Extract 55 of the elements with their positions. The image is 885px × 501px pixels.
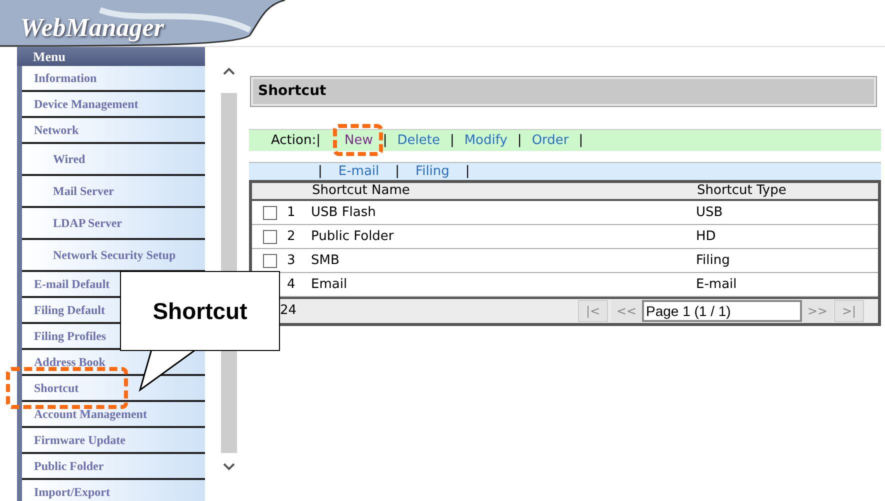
table-cell-text: 4 (287, 276, 296, 294)
row-checkbox[interactable] (263, 230, 277, 244)
action-link[interactable]: Modify (464, 130, 508, 150)
separator-text: | (578, 132, 584, 150)
action-link[interactable]: Order (532, 130, 569, 150)
column-header: Shortcut Name (312, 182, 411, 200)
menu-item[interactable]: Public Folder (22, 454, 205, 480)
column-header: Shortcut Type (697, 182, 786, 200)
separator-text: | (395, 162, 400, 181)
table-cell-text: 1 (287, 204, 296, 222)
table-cell-text: USB (696, 204, 723, 222)
prev-page-button[interactable]: << (611, 300, 642, 322)
submenu-item[interactable]: LDAP Server (22, 208, 205, 240)
separator-text: | (517, 132, 522, 150)
table-cell-text: HD (696, 228, 716, 246)
table-cell-text: Email (311, 276, 348, 294)
submenu-item[interactable]: Network Security Setup (22, 240, 205, 272)
menu-title: Menu (17, 47, 205, 66)
page-field[interactable]: Page 1 (1 / 1) (642, 300, 802, 322)
separator-text: | (465, 162, 470, 181)
action-link[interactable]: Delete (397, 130, 440, 150)
separator-text: | (318, 162, 322, 181)
table-cell-text: E-mail (696, 276, 737, 294)
menu-item[interactable]: Network (22, 118, 205, 144)
action-label: Action:| (271, 132, 320, 150)
menu-item[interactable]: Shortcut (22, 376, 205, 402)
filter-link[interactable]: E-mail (338, 162, 380, 182)
highlight-frame (333, 124, 383, 156)
page-title: Shortcut (251, 77, 876, 106)
row-checkbox[interactable] (263, 206, 277, 220)
logo-text: WebManager (20, 12, 164, 44)
last-page-button[interactable]: >| (834, 300, 864, 322)
table-cell-text: USB Flash (311, 204, 377, 222)
record-count: 24 (280, 302, 298, 320)
next-page-button[interactable]: >> (802, 300, 833, 322)
menu-item[interactable]: Device Management (22, 92, 205, 118)
table-cell-text: Filing (696, 252, 730, 270)
separator-text: | (382, 132, 388, 150)
menu-item[interactable]: Firmware Update (22, 428, 205, 454)
table-cell-text: Public Folder (311, 228, 395, 246)
menu-item[interactable]: Import/Export (22, 480, 205, 501)
menu-item[interactable]: Account Management (22, 402, 205, 428)
scroll-down-icon[interactable] (223, 463, 235, 471)
submenu-item[interactable]: Wired (22, 144, 205, 176)
table-cell-text: 3 (287, 252, 296, 270)
first-page-button[interactable]: |< (578, 300, 608, 322)
action-link[interactable]: New (344, 130, 373, 150)
submenu-item[interactable]: Mail Server (22, 176, 205, 208)
scroll-up-icon[interactable] (223, 67, 235, 75)
table-cell-text: 2 (287, 228, 296, 246)
separator-text: | (450, 132, 454, 150)
filter-link[interactable]: Filing (416, 162, 450, 182)
row-checkbox[interactable] (263, 254, 277, 268)
menu-item[interactable]: Information (22, 66, 205, 92)
table-cell-text: SMB (311, 252, 340, 270)
